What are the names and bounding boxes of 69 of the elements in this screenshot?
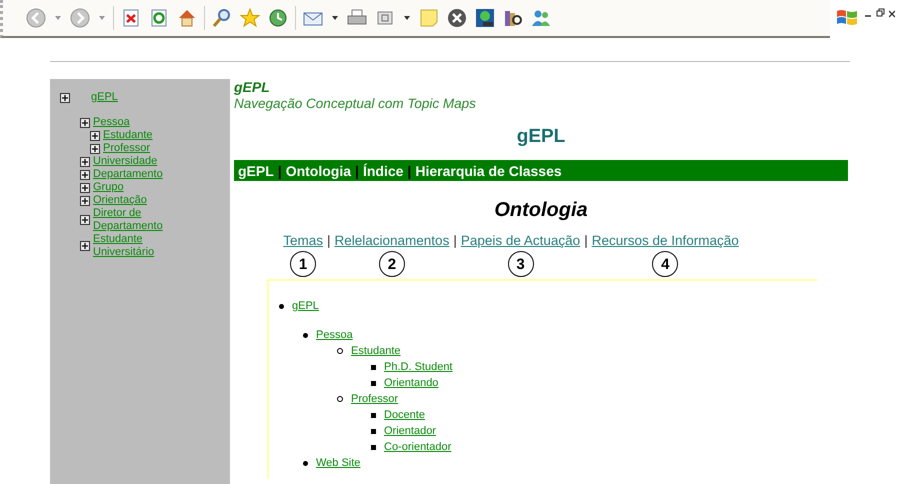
tree-link[interactable]: Web Site <box>316 455 360 471</box>
bullet-icon <box>371 380 376 386</box>
separator: | <box>584 233 588 250</box>
expand-icon[interactable] <box>80 118 90 128</box>
nav-link[interactable]: Ontologia <box>286 162 352 178</box>
close-icon[interactable] <box>889 8 895 18</box>
bullet-icon <box>279 304 284 308</box>
separator: | <box>278 162 282 178</box>
section-link[interactable]: Temas <box>283 233 323 249</box>
tree-link[interactable]: Pessoa <box>316 327 353 343</box>
tree-link[interactable]: Diretor de Departamento <box>93 207 188 233</box>
tree-link[interactable]: Orientação <box>93 194 147 207</box>
star-icon[interactable] <box>239 7 261 29</box>
windows-logo-icon <box>836 8 858 28</box>
nav-link[interactable]: Índice <box>362 162 404 178</box>
expand-icon[interactable] <box>90 130 100 140</box>
close-circle-icon[interactable] <box>446 7 468 29</box>
separator: | <box>453 233 457 250</box>
expand-icon[interactable] <box>80 156 90 166</box>
bullet-icon <box>303 332 308 338</box>
expand-icon[interactable] <box>80 215 90 225</box>
number-callout: 4 <box>652 251 678 277</box>
expand-icon[interactable] <box>80 196 90 206</box>
site-subtitle: Navegação Conceptual com Topic Maps <box>234 95 477 112</box>
section-link[interactable]: Relelacionamentos <box>334 233 450 249</box>
nav-link[interactable]: gEPL <box>238 162 274 178</box>
expand-icon[interactable] <box>80 241 90 251</box>
nav-link[interactable]: Hierarquia de Classes <box>415 162 562 178</box>
bullet-icon <box>371 444 376 450</box>
bullet-icon <box>371 412 376 418</box>
tree-link[interactable]: Pessoa <box>93 116 130 129</box>
bullet-icon <box>371 428 376 434</box>
bullet-icon <box>303 460 308 466</box>
tree-link[interactable]: Estudante Universitário <box>93 233 188 259</box>
tree-link[interactable]: Docente <box>384 407 425 423</box>
history-icon[interactable] <box>267 7 289 29</box>
search-icon[interactable] <box>211 7 233 29</box>
expand-icon[interactable] <box>80 182 90 192</box>
section-link[interactable]: Recursos de Informação <box>592 233 739 249</box>
number-callout: 1 <box>290 251 316 277</box>
separator: | <box>355 162 359 178</box>
section-heading: Ontologia <box>493 198 589 222</box>
tree-link[interactable]: Professor <box>103 142 150 155</box>
tree-link[interactable]: Ph.D. Student <box>384 359 452 375</box>
tree-link[interactable]: Professor <box>351 391 398 407</box>
restore-icon[interactable] <box>876 8 885 18</box>
number-callout: 3 <box>508 251 534 277</box>
tree-link[interactable]: Universidade <box>93 155 158 168</box>
separator: | <box>326 233 330 250</box>
expand-icon[interactable] <box>90 144 100 154</box>
tree-link[interactable]: Orientando <box>384 375 438 391</box>
tree-link[interactable]: Co-orientador <box>384 439 452 455</box>
tree-link[interactable]: Estudante <box>103 129 153 142</box>
page-heading: gEPL <box>516 126 566 148</box>
number-callout: 2 <box>378 251 405 277</box>
expand-icon[interactable] <box>80 170 90 180</box>
site-title: gEPL <box>234 79 271 95</box>
tree-link[interactable]: gEPL <box>91 91 118 104</box>
tree-link[interactable]: gEPL <box>292 298 319 314</box>
tree-link[interactable]: Grupo <box>93 181 124 194</box>
separator: | <box>407 162 412 178</box>
bullet-icon <box>371 364 376 370</box>
bullet-icon <box>337 396 343 402</box>
tree-link[interactable]: Departamento <box>93 168 163 181</box>
bullet-icon <box>337 348 343 354</box>
tree-link[interactable]: Orientador <box>384 423 436 439</box>
expand-icon[interactable] <box>60 92 70 102</box>
section-link[interactable]: Papeis de Actuação <box>460 233 580 249</box>
tree-link[interactable]: Estudante <box>351 343 401 359</box>
